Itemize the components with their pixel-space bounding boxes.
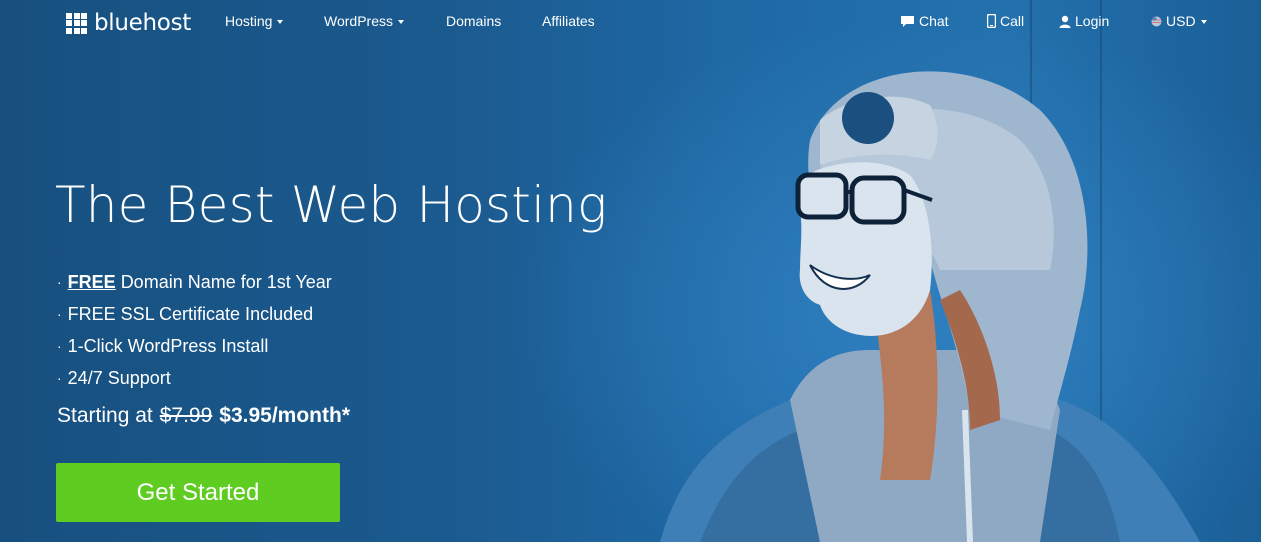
nav-chat-label: Chat bbox=[919, 13, 949, 29]
bluehost-logo[interactable]: bluehost bbox=[66, 10, 191, 36]
feature-emphasis-link[interactable]: FREE bbox=[68, 269, 116, 295]
feature-item: · 24/7 Support bbox=[57, 362, 332, 394]
feature-text: 24/7 Support bbox=[67, 368, 171, 388]
chevron-down-icon bbox=[277, 19, 284, 24]
feature-item: · FREE Domain Name for 1st Year bbox=[57, 266, 332, 298]
bullet-dot: · bbox=[57, 274, 62, 290]
logo-grid-icon bbox=[66, 12, 87, 34]
bullet-dot: · bbox=[57, 306, 62, 322]
nav-login[interactable]: Login bbox=[1059, 13, 1109, 29]
nav-wordpress[interactable]: WordPress bbox=[324, 13, 404, 29]
get-started-button[interactable]: Get Started bbox=[56, 463, 340, 522]
feature-text: FREE SSL Certificate Included bbox=[67, 304, 314, 324]
hero-headline: The Best Web Hosting bbox=[55, 176, 608, 234]
pricing-line: Starting at $7.99 $3.95/month* bbox=[57, 404, 350, 428]
top-nav: bluehost Hosting WordPress Domains Affil… bbox=[0, 0, 1261, 44]
feature-text: Domain Name for 1st Year bbox=[120, 272, 332, 292]
nav-hosting[interactable]: Hosting bbox=[225, 13, 284, 29]
nav-currency[interactable]: USD bbox=[1151, 13, 1207, 29]
nav-affiliates[interactable]: Affiliates bbox=[542, 13, 595, 29]
nav-domains-label: Domains bbox=[446, 13, 502, 29]
new-price: $3.95/month* bbox=[219, 404, 351, 427]
chevron-down-icon bbox=[1200, 19, 1207, 24]
user-icon bbox=[1059, 15, 1071, 28]
old-price: $7.99 bbox=[159, 404, 213, 427]
nav-login-label: Login bbox=[1075, 13, 1110, 29]
feature-item: · FREE SSL Certificate Included bbox=[57, 298, 332, 330]
flag-icon bbox=[1151, 16, 1162, 26]
nav-chat[interactable]: Chat bbox=[900, 13, 949, 29]
nav-hosting-label: Hosting bbox=[225, 13, 273, 29]
nav-domains[interactable]: Domains bbox=[446, 13, 501, 29]
bullet-dot: · bbox=[57, 370, 62, 386]
feature-list: · FREE Domain Name for 1st Year · FREE S… bbox=[57, 266, 332, 394]
hero-person-image bbox=[660, 71, 1200, 542]
chat-bubble-icon bbox=[901, 15, 914, 27]
logo-wordmark: bluehost bbox=[94, 10, 191, 36]
feature-text: 1-Click WordPress Install bbox=[67, 336, 269, 356]
nav-affiliates-label: Affiliates bbox=[542, 13, 595, 29]
nav-call[interactable]: Call bbox=[987, 13, 1024, 29]
feature-item: · 1-Click WordPress Install bbox=[57, 330, 332, 362]
chevron-down-icon bbox=[397, 19, 404, 24]
nav-currency-label: USD bbox=[1166, 13, 1196, 29]
bullet-dot: · bbox=[57, 338, 62, 354]
pricing-prefix: Starting at bbox=[57, 404, 153, 427]
phone-icon bbox=[987, 14, 996, 28]
nav-wordpress-label: WordPress bbox=[324, 13, 393, 29]
nav-call-label: Call bbox=[1000, 13, 1025, 29]
